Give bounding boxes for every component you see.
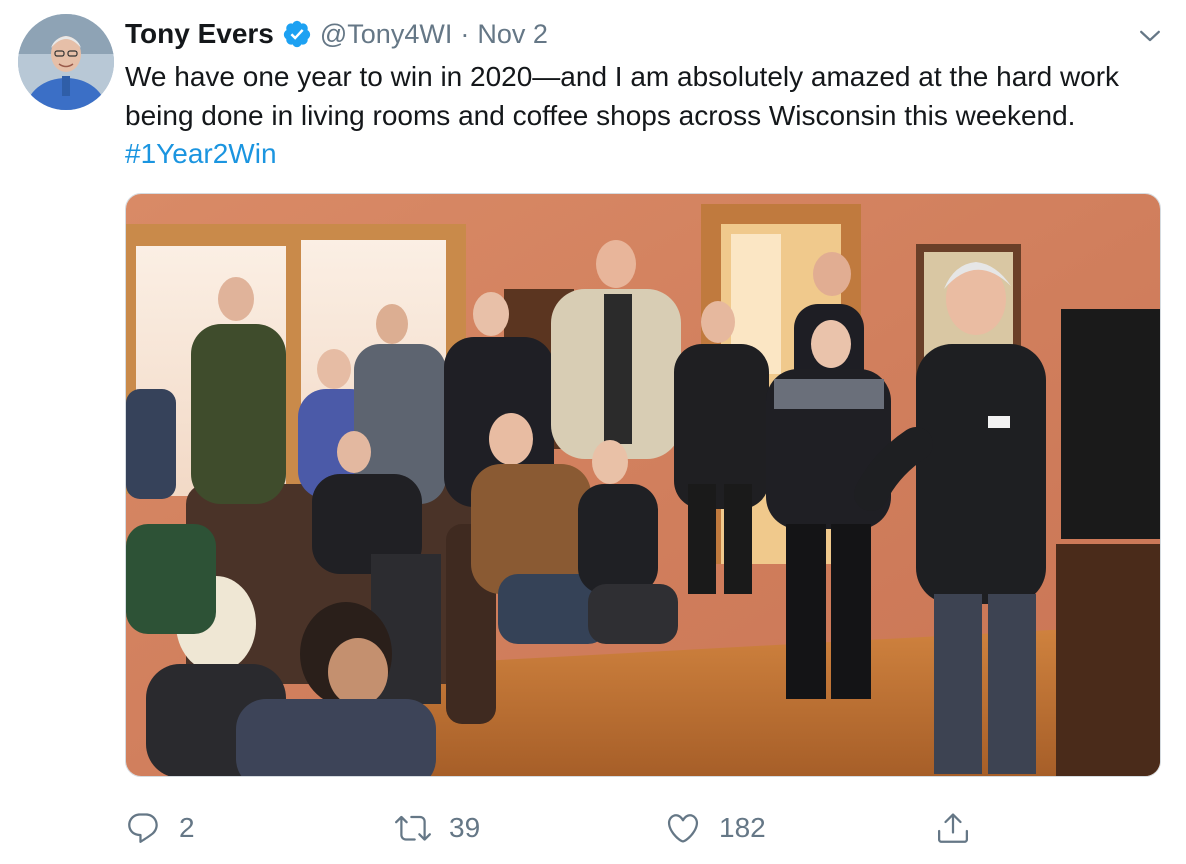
tweet-text: We have one year to win in 2020—and I am… — [125, 58, 1165, 174]
tweet-header: Tony Evers @Tony4WI · Nov 2 — [125, 16, 548, 52]
share-icon — [935, 810, 971, 846]
photo-image — [126, 194, 1160, 776]
date-separator: · — [460, 18, 470, 49]
hashtag-link[interactable]: #1Year2Win — [125, 138, 277, 169]
tweet-body: We have one year to win in 2020—and I am… — [125, 61, 1120, 131]
tweet-actions: 2 39 182 — [125, 806, 1165, 850]
chevron-down-icon[interactable] — [1136, 22, 1164, 50]
retweet-count: 39 — [449, 812, 481, 843]
author-handle[interactable]: @Tony4WI — [320, 19, 452, 50]
tweet-date[interactable]: Nov 2 — [477, 19, 548, 50]
reply-button[interactable]: 2 — [125, 806, 195, 850]
share-button[interactable] — [935, 806, 971, 850]
verified-badge-icon — [282, 19, 312, 49]
like-count: 182 — [719, 812, 766, 843]
retweet-button[interactable]: 39 — [395, 806, 480, 850]
tweet-photo[interactable] — [125, 193, 1161, 777]
author-name[interactable]: Tony Evers — [125, 18, 274, 50]
heart-icon — [665, 810, 701, 846]
reply-icon — [125, 810, 161, 846]
retweet-icon — [395, 810, 431, 846]
reply-count: 2 — [179, 812, 195, 843]
avatar-image — [18, 14, 114, 110]
like-button[interactable]: 182 — [665, 806, 766, 850]
tweet-card[interactable]: Tony Evers @Tony4WI · Nov 2 We have one … — [0, 0, 1186, 864]
author-avatar[interactable] — [18, 14, 114, 110]
